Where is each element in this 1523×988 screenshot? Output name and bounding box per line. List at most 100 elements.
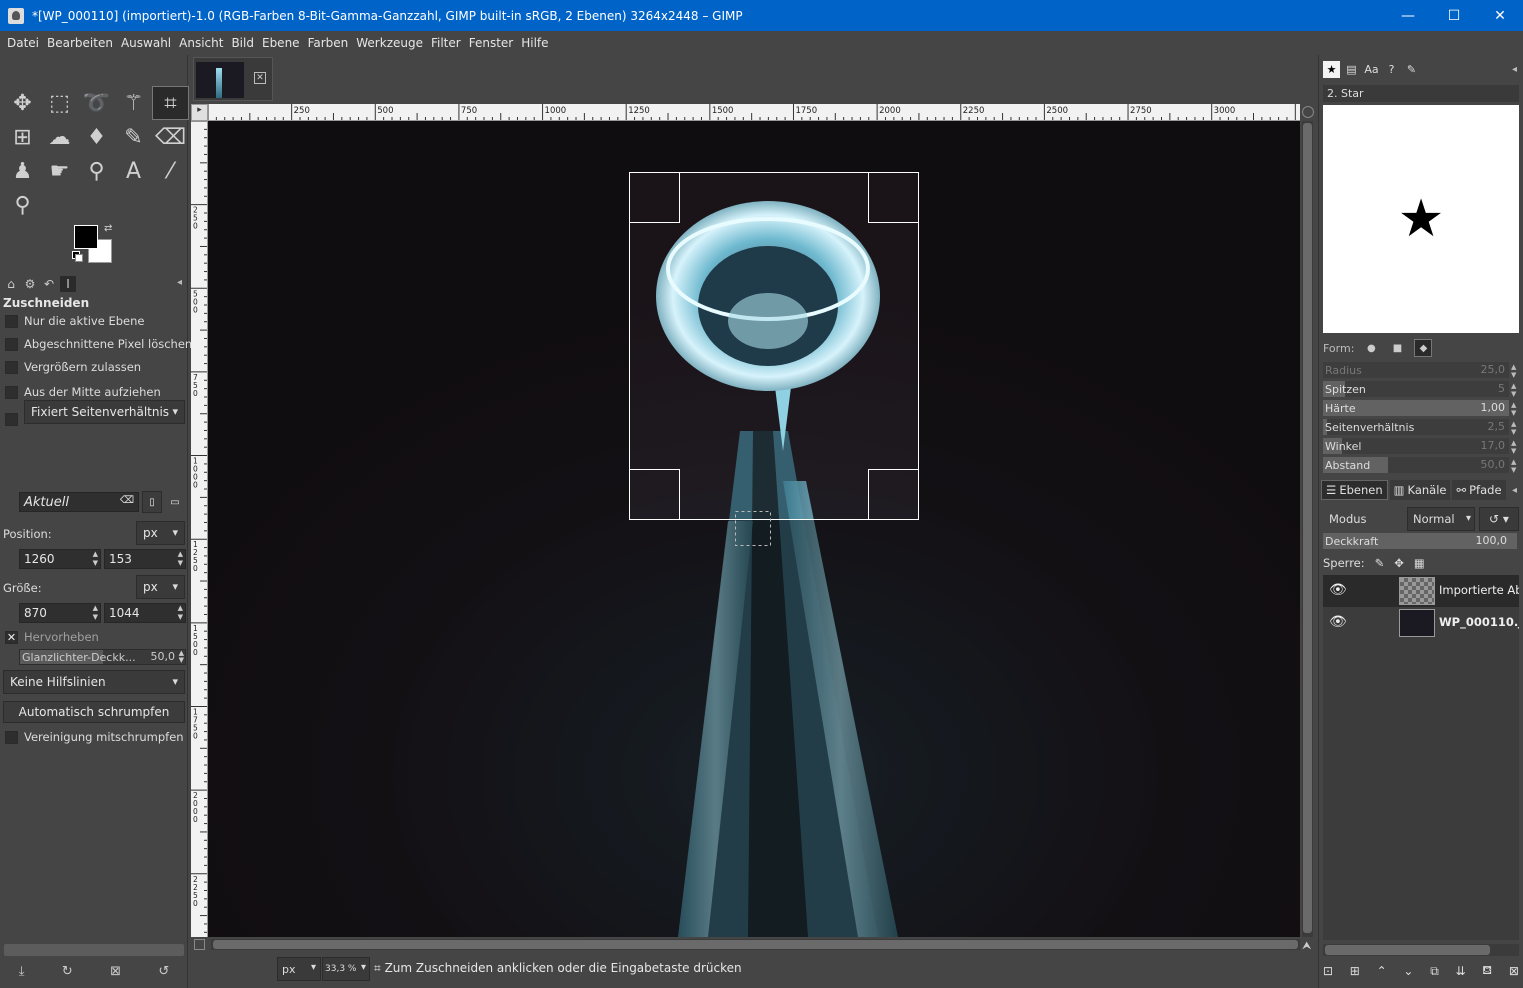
size-w-input[interactable]: 870 ▲ ▼ [19, 603, 101, 623]
menu-ansicht[interactable]: Ansicht [175, 36, 227, 50]
hardness-slider[interactable]: Härte 1,00 [1323, 400, 1509, 416]
crop-icon[interactable]: ⌗ [152, 86, 189, 120]
menu-werkzeuge[interactable]: Werkzeuge [352, 36, 427, 50]
status-unit-combo[interactable]: px ▾ [277, 957, 321, 981]
shrink-merged-checkbox[interactable]: Vereinigung mitschrumpfen [5, 728, 184, 746]
add-mask-icon[interactable]: ⛾ [1482, 963, 1492, 979]
navigate-icon[interactable]: ⮝ [1302, 939, 1313, 952]
composite-mode-button[interactable]: ↺ ▾ [1479, 507, 1519, 531]
patterns-tab-icon[interactable]: ▤ [1343, 61, 1360, 78]
spin-arrows-icon[interactable]: ▲ ▼ [178, 604, 183, 622]
color-picker-icon[interactable]: ⁄ [152, 154, 189, 188]
delete-preset-icon[interactable]: ⊠ [110, 964, 121, 979]
tool-options-scrollbar[interactable] [4, 944, 184, 956]
quick-mask-icon[interactable] [194, 939, 205, 950]
lock-pixels-icon[interactable]: ✎ [1375, 556, 1385, 570]
layers-dock-menu-icon[interactable]: ◂ [1512, 485, 1517, 496]
menu-ebene[interactable]: Ebene [258, 36, 304, 50]
circle-shape-icon[interactable]: ● [1362, 339, 1380, 357]
menu-datei[interactable]: Datei [3, 36, 43, 50]
portrait-button[interactable]: ▯ [142, 491, 162, 513]
square-shape-icon[interactable]: ■ [1388, 339, 1406, 357]
swap-colors-icon[interactable]: ⇄ [104, 223, 112, 234]
restore-preset-icon[interactable]: ↻ [62, 964, 73, 979]
brushes-tab-icon[interactable]: ★ [1323, 61, 1340, 78]
aspect-input[interactable]: Aktuell ⌫ [19, 492, 139, 512]
close-image-icon[interactable]: ✕ [254, 72, 266, 84]
device-status-tab-icon[interactable]: ⚙ [22, 276, 38, 292]
position-x-input[interactable]: 1260 ▲ ▼ [19, 549, 101, 569]
fixed-aspect-combo[interactable]: Fixiert Seitenverhältnis ▾ [24, 400, 185, 424]
images-tab-icon[interactable]: Ⅰ [60, 276, 76, 292]
fonts-tab-icon[interactable]: Aa [1363, 61, 1380, 78]
spin-arrows-icon[interactable]: ▲ ▼ [1511, 401, 1516, 417]
opacity-slider[interactable]: Deckkraft 100,0 [1323, 533, 1517, 549]
maximize-button[interactable]: ☐ [1431, 0, 1477, 31]
visibility-eye-icon[interactable]: 👁 [1329, 582, 1347, 598]
duplicate-layer-icon[interactable]: ⧉ [1430, 964, 1439, 979]
canvas-horizontal-scrollbar[interactable] [211, 939, 1300, 950]
menu-bild[interactable]: Bild [227, 36, 258, 50]
channels-tab[interactable]: ▥ Kanäle [1389, 480, 1451, 500]
move-icon[interactable]: ✥ [4, 86, 41, 120]
spin-arrows-icon[interactable]: ▲ ▼ [1511, 382, 1516, 398]
status-zoom-combo[interactable]: 33,3 % ▾ [322, 957, 370, 981]
layer-row[interactable]: 👁 WP_000110.j [1323, 607, 1519, 639]
tool-options-tab-icon[interactable]: ⌂ [3, 276, 19, 292]
unified-transform-icon[interactable]: ⊞ [4, 120, 41, 154]
eraser-icon[interactable]: ⌫ [152, 120, 189, 154]
highlight-opacity-slider[interactable]: Glanzlichter-Deckk... 50,0 ▲ ▼ [19, 649, 186, 665]
raise-layer-icon[interactable]: ⌃ [1377, 964, 1387, 978]
position-unit-combo[interactable]: px ▾ [136, 521, 185, 545]
highlight-checkbox[interactable]: ✕ Hervorheben [5, 628, 175, 646]
spacing-slider[interactable]: Abstand 50,0 [1323, 457, 1509, 473]
position-y-input[interactable]: 153 ▲ ▼ [104, 549, 186, 569]
reset-defaults-icon[interactable]: ↺ [158, 964, 169, 979]
visibility-eye-icon[interactable]: 👁 [1329, 614, 1347, 630]
menu-bearbeiten[interactable]: Bearbeiten [43, 36, 117, 50]
size-unit-combo[interactable]: px ▾ [136, 575, 185, 599]
zoom-toggle-icon[interactable] [1302, 106, 1314, 118]
zoom-icon[interactable]: ⚲ [4, 188, 41, 222]
clear-icon[interactable]: ⌫ [120, 495, 134, 506]
menu-hilfe[interactable]: Hilfe [517, 36, 552, 50]
dock-menu-icon[interactable]: ◂ [1512, 64, 1517, 75]
layers-list[interactable]: 👁 Importierte Ab 👁 WP_000110.j [1323, 575, 1519, 940]
lock-alpha-icon[interactable]: ▦ [1414, 556, 1425, 570]
paint-dynamics-tab-icon[interactable]: ✎ [1403, 61, 1420, 78]
smudge-icon[interactable]: ☛ [41, 154, 78, 188]
size-h-input[interactable]: 1044 ▲ ▼ [104, 603, 186, 623]
clone-icon[interactable]: ♟ [4, 154, 41, 188]
close-button[interactable]: ✕ [1477, 0, 1523, 31]
canvas-vertical-scrollbar[interactable] [1302, 121, 1313, 937]
vertical-ruler[interactable]: 250500750100012501500175020002250 [191, 121, 208, 937]
spin-arrows-icon[interactable]: ▲ ▼ [179, 650, 184, 664]
spin-arrows-icon[interactable]: ▲ ▼ [1511, 363, 1516, 379]
merge-down-icon[interactable]: ⇊ [1456, 964, 1466, 978]
paintbrush-icon[interactable]: ✎ [115, 120, 152, 154]
angle-slider[interactable]: Winkel 17,0 [1323, 438, 1509, 454]
paths-tab[interactable]: ⚯ Pfade [1452, 480, 1506, 500]
fixed-checkbox[interactable] [5, 410, 21, 428]
new-layer-group-icon[interactable]: ⊞ [1350, 964, 1360, 978]
minimize-button[interactable]: — [1385, 0, 1431, 31]
save-preset-icon[interactable]: ⤓ [19, 964, 25, 979]
horizontal-ruler[interactable]: 250 500 750 1000 1250 1500 1750 2000 2250 2500 275… [208, 104, 1300, 121]
menu-farben[interactable]: Farben [304, 36, 353, 50]
brush-preview[interactable]: ★ [1323, 105, 1519, 333]
vertical-scroll-thumb[interactable] [1303, 123, 1312, 933]
auto-shrink-button[interactable]: Automatisch schrumpfen [3, 701, 185, 723]
mode-combo[interactable]: Normal ▾ [1407, 507, 1475, 531]
spin-arrows-icon[interactable]: ▲ ▼ [1511, 439, 1516, 455]
menu-auswahl[interactable]: Auswahl [117, 36, 175, 50]
spin-arrows-icon[interactable]: ▲ ▼ [93, 550, 98, 568]
diamond-shape-icon[interactable]: ◆ [1414, 339, 1433, 357]
delete-layer-icon[interactable]: ⊠ [1509, 964, 1519, 978]
paths-icon[interactable]: ⚲ [78, 154, 115, 188]
warp-icon[interactable]: ☁ [41, 120, 78, 154]
undo-history-tab-icon[interactable]: ↶ [41, 276, 57, 292]
spikes-slider[interactable]: Spitzen 5 [1323, 381, 1509, 397]
reset-colors-icon[interactable] [72, 251, 83, 262]
layers-tab[interactable]: ☰ Ebenen [1321, 480, 1388, 500]
rect-select-icon[interactable]: ⬚ [41, 86, 78, 120]
